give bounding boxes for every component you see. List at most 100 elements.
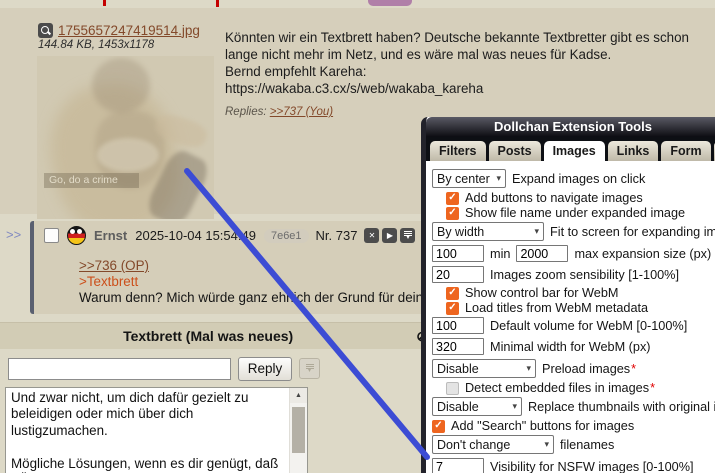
checkbox-checked[interactable]: ✓ bbox=[446, 287, 459, 300]
filenames-select[interactable]: Don't change▾ bbox=[432, 435, 554, 454]
reply-name-input[interactable] bbox=[8, 358, 231, 380]
setting-replace-thumbs: Disable▾ Replace thumbnails with origina… bbox=[432, 396, 715, 417]
chevron-down-icon: ▾ bbox=[544, 439, 549, 450]
post-select-checkbox[interactable] bbox=[44, 228, 59, 243]
reply-backlink[interactable]: >>737 (You) bbox=[270, 106, 333, 118]
setting-nav-buttons: ✓ Add buttons to navigate images bbox=[432, 191, 715, 205]
scroll-up-icon[interactable]: ▲ bbox=[290, 388, 307, 403]
thread-title: Textbrett (Mal was neues) bbox=[0, 328, 416, 344]
reply-button[interactable]: Reply bbox=[238, 357, 292, 381]
checkbox-checked[interactable]: ✓ bbox=[446, 302, 459, 315]
dollchan-panel: Dollchan Extension Tools Filters Posts I… bbox=[421, 117, 715, 473]
reply-textarea-wrap: Und zwar nicht, um dich dafür gezielt zu… bbox=[5, 387, 308, 473]
checkbox-checked[interactable]: ✓ bbox=[432, 420, 445, 433]
file-name-link[interactable]: 1755657247419514.jpg bbox=[58, 23, 200, 38]
hide-post-button[interactable]: ✕ bbox=[364, 228, 379, 243]
check-icon: ✓ bbox=[434, 421, 442, 431]
germany-ball-icon bbox=[67, 226, 86, 245]
thread-header-bar: Textbrett (Mal was neues) ⊘ ↑ bbox=[0, 322, 449, 349]
play-button[interactable]: ▶ bbox=[382, 228, 397, 243]
required-asterisk: * bbox=[631, 362, 636, 376]
textarea-scrollbar[interactable]: ▲ bbox=[289, 388, 307, 473]
checkbox-checked[interactable]: ✓ bbox=[446, 207, 459, 220]
checkbox-checked[interactable]: ✓ bbox=[446, 192, 459, 205]
setting-filenames: Don't change▾ filenames bbox=[432, 434, 715, 455]
check-icon: ✓ bbox=[448, 303, 456, 313]
min-size-input[interactable] bbox=[432, 245, 484, 262]
setting-expansion-size: min max expansion size (px) bbox=[432, 244, 715, 263]
menu-down-icon: ▾ bbox=[404, 231, 412, 241]
setting-expand-images: By center▾ Expand images on click bbox=[432, 168, 715, 189]
expand-mode-select[interactable]: By center▾ bbox=[432, 169, 506, 188]
cutoff-purple-pill bbox=[368, 0, 412, 6]
webm-width-input[interactable] bbox=[432, 338, 484, 355]
chevron-down-icon: ▾ bbox=[512, 401, 517, 412]
thumbnail-art-blob bbox=[97, 138, 159, 172]
chevron-down-icon: ▾ bbox=[496, 173, 501, 184]
setting-webm-titles: ✓ Load titles from WebM metadata bbox=[432, 301, 715, 315]
hide-form-button[interactable]: ▾ bbox=[299, 358, 320, 379]
chevron-down-icon: ▾ bbox=[526, 363, 531, 374]
cutoff-red-text-fragment bbox=[103, 0, 106, 6]
play-icon: ▶ bbox=[387, 232, 393, 240]
setting-nsfw-visibility: Visibility for NSFW images [0-100%] bbox=[432, 457, 715, 473]
op-reference-link[interactable]: >>736 (OP) bbox=[79, 258, 149, 273]
setting-webm-bar: ✓ Show control bar for WebM bbox=[432, 286, 715, 300]
close-icon: ✕ bbox=[369, 232, 376, 240]
max-size-input[interactable] bbox=[516, 245, 568, 262]
setting-preload: Disable▾ Preload images* bbox=[432, 358, 715, 379]
setting-search-buttons: ✓ Add "Search" buttons for images bbox=[432, 419, 715, 433]
reply-post: Ernst 2025-10-04 15:54:49 7e6e1 Nr. 737 … bbox=[30, 221, 434, 314]
jump-arrows[interactable]: >> bbox=[6, 227, 21, 242]
zoom-sensibility-input[interactable] bbox=[432, 266, 484, 283]
post-text: Warum denn? Mich würde ganz ehrlich der … bbox=[79, 290, 431, 305]
magnifier-icon[interactable] bbox=[38, 23, 53, 38]
panel-title[interactable]: Dollchan Extension Tools bbox=[426, 117, 715, 137]
setting-webm-volume: Default volume for WebM [0-100%] bbox=[432, 316, 715, 335]
post-datetime: 2025-10-04 15:54:49 bbox=[135, 228, 256, 243]
op-thumbnail-image[interactable]: Go, do a crime bbox=[37, 56, 214, 219]
poster-name: Ernst bbox=[94, 228, 127, 243]
panel-tabs: Filters Posts Images Links Form Common bbox=[426, 137, 715, 161]
replace-thumbs-select[interactable]: Disable▾ bbox=[432, 397, 522, 416]
cutoff-red-text-fragment bbox=[216, 0, 219, 7]
op-post-text: Könnten wir ein Textbrett haben? Deutsch… bbox=[225, 29, 710, 97]
checkbox-unchecked[interactable] bbox=[446, 382, 459, 395]
quote-line: >Textbrett bbox=[79, 274, 138, 289]
post-number[interactable]: Nr. 737 bbox=[316, 228, 358, 243]
replies-label: Replies: bbox=[225, 106, 267, 118]
poster-id-badge: 7e6e1 bbox=[264, 229, 309, 243]
replies-row: Replies: >>737 (You) bbox=[225, 106, 333, 118]
setting-detect-embedded: Detect embedded files in images* bbox=[432, 381, 715, 395]
post-body: >>736 (OP) >Textbrett Warum denn? Mich w… bbox=[79, 258, 431, 305]
post-header: Ernst 2025-10-04 15:54:49 7e6e1 Nr. 737 … bbox=[44, 227, 464, 244]
setting-webm-width: Minimal width for WebM (px) bbox=[432, 337, 715, 356]
imageboard-page: 1755657247419514.jpg 144.84 KB, 1453x117… bbox=[0, 0, 715, 473]
panel-body: By center▾ Expand images on click ✓ Add … bbox=[426, 161, 715, 473]
thumbnail-art-blob bbox=[92, 58, 150, 113]
quick-reply-row: Reply ▾ bbox=[8, 356, 320, 381]
file-meta: 144.84 KB, 1453x1178 bbox=[38, 39, 154, 51]
tab-images[interactable]: Images bbox=[544, 141, 605, 161]
fit-mode-select[interactable]: By width▾ bbox=[432, 222, 544, 241]
check-icon: ✓ bbox=[448, 193, 456, 203]
preload-select[interactable]: Disable▾ bbox=[432, 359, 536, 378]
chevron-down-icon: ▾ bbox=[534, 226, 539, 237]
webm-volume-input[interactable] bbox=[432, 317, 484, 334]
setting-fit-screen: By width▾ Fit to screen for expanding im… bbox=[432, 221, 715, 242]
setting-zoom-sensibility: Images zoom sensibility [1-100%] bbox=[432, 265, 715, 284]
thumbnail-caption: Go, do a crime bbox=[44, 173, 139, 188]
tab-links[interactable]: Links bbox=[608, 141, 659, 161]
scrollbar-thumb[interactable] bbox=[292, 407, 305, 453]
tab-posts[interactable]: Posts bbox=[489, 141, 541, 161]
nsfw-visibility-input[interactable] bbox=[432, 458, 484, 473]
setting-show-filename: ✓ Show file name under expanded image bbox=[432, 206, 715, 220]
tab-filters[interactable]: Filters bbox=[430, 141, 486, 161]
tab-form[interactable]: Form bbox=[661, 141, 710, 161]
check-icon: ✓ bbox=[448, 208, 456, 218]
expand-thread-button[interactable]: ▾ bbox=[400, 228, 415, 243]
reply-textarea[interactable]: Und zwar nicht, um dich dafür gezielt zu… bbox=[6, 388, 295, 473]
file-info: 1755657247419514.jpg bbox=[38, 21, 200, 39]
required-asterisk: * bbox=[650, 381, 655, 395]
check-icon: ✓ bbox=[448, 288, 456, 298]
